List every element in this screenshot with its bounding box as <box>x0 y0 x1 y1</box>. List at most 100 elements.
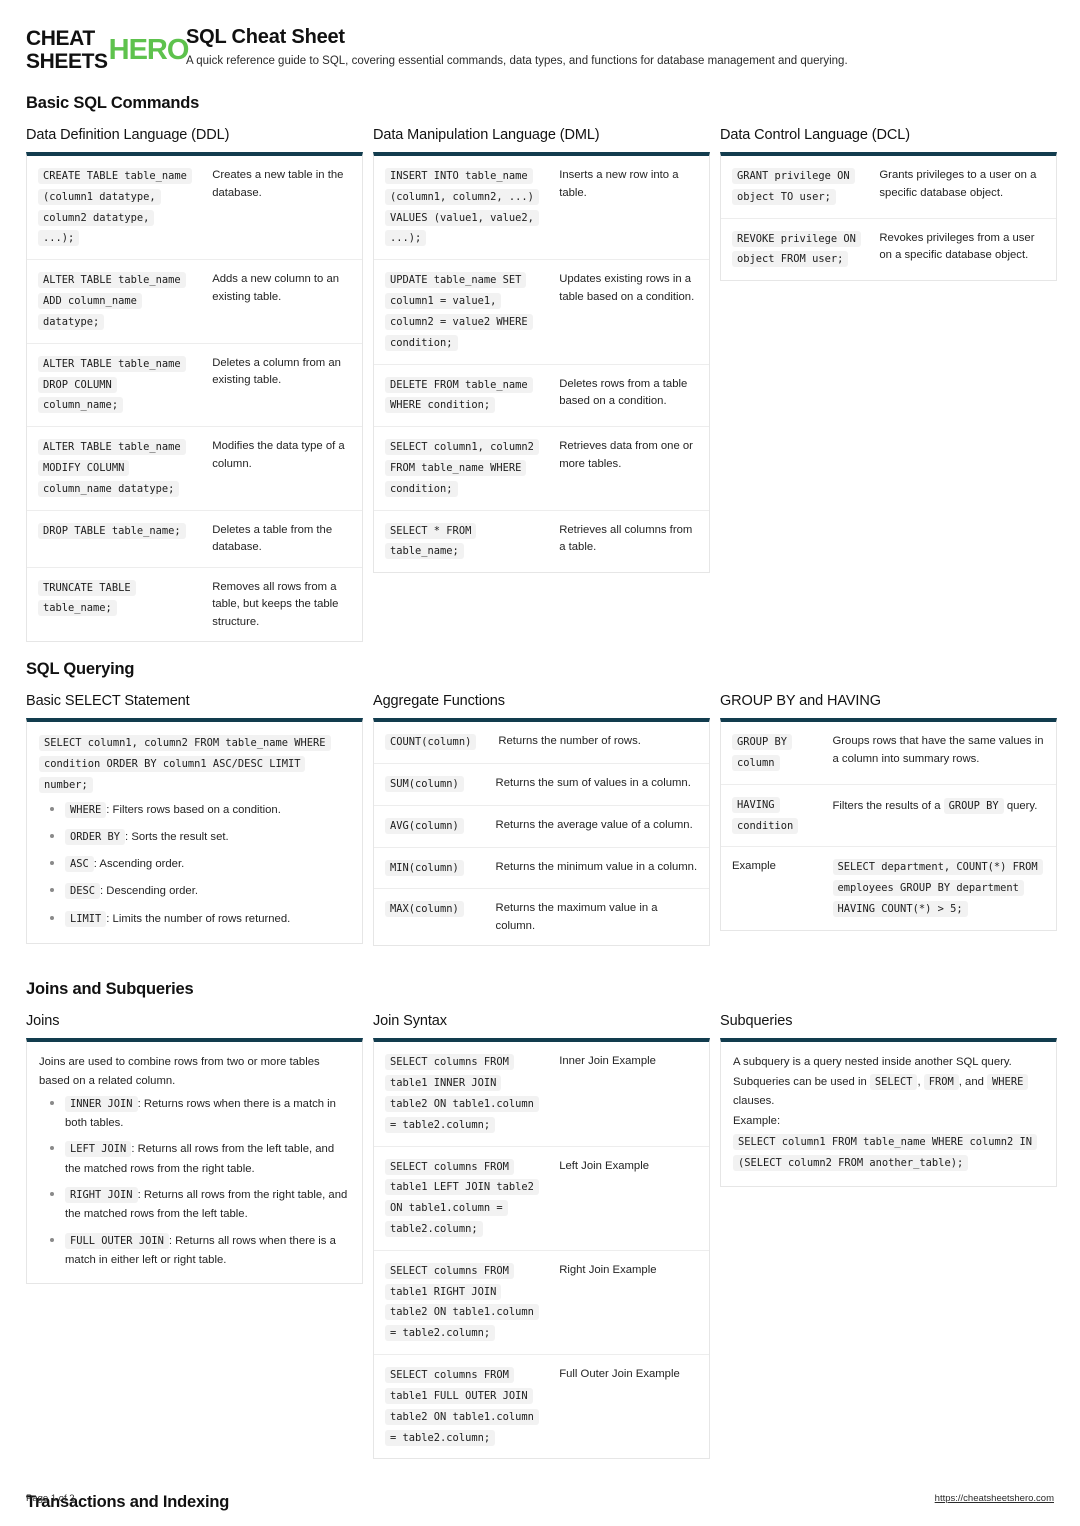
cell-code: SELECT * FROM table_name; <box>374 511 548 573</box>
page-header: CHEAT SHEETS HERO SQL Cheat Sheet A quic… <box>26 24 1054 72</box>
cell-description: Inner Join Example <box>559 1055 656 1068</box>
page-number: Page 1 of 2 <box>26 1493 75 1504</box>
card-title-basic-select: Basic SELECT Statement <box>26 693 190 710</box>
table-row: SELECT columns FROM table1 INNER JOIN ta… <box>374 1042 709 1147</box>
table-row: SELECT columns FROM table1 FULL OUTER JO… <box>374 1355 709 1458</box>
section-heading-sql-querying: SQL Querying <box>26 660 135 679</box>
cell-code: DROP TABLE table_name; <box>27 511 201 567</box>
list-item: DESC: Descending order. <box>50 881 350 901</box>
basic-select-statement: SELECT column1, column2 FROM table_name … <box>39 733 350 795</box>
cell-description: Modifies the data type of a column. <box>212 440 345 470</box>
cheatsheet-page: CHEAT SHEETS HERO SQL Cheat Sheet A quic… <box>0 0 1080 1526</box>
table-row: Example SELECT department, COUNT(*) FROM… <box>721 847 1056 929</box>
page-footer: Page 1 of 2 https://cheatsheetshero.com <box>26 1493 1054 1504</box>
card-title-dcl: Data Control Language (DCL) <box>720 127 910 143</box>
list-item: WHERE: Filters rows based on a condition… <box>50 800 350 820</box>
list-item: ASC: Ascending order. <box>50 854 350 874</box>
cell-code: INSERT INTO table_name (column1, column2… <box>374 156 548 259</box>
table-row: MAX(column) Returns the maximum value in… <box>374 889 709 945</box>
cell-description: Creates a new table in the database. <box>212 169 344 199</box>
list-item: ORDER BY: Sorts the result set. <box>50 827 350 847</box>
table-row: AVG(column) Returns the average value of… <box>374 806 709 848</box>
page-title: SQL Cheat Sheet <box>186 26 345 48</box>
cell-code: SELECT columns FROM table1 FULL OUTER JO… <box>374 1355 548 1458</box>
table-row: SELECT columns FROM table1 LEFT JOIN tab… <box>374 1147 709 1251</box>
inline-code: FULL OUTER JOIN <box>65 1232 169 1249</box>
table-row: SELECT * FROM table_name; Retrieves all … <box>374 511 709 573</box>
inline-code: DESC <box>65 883 101 900</box>
inline-code: ASC <box>65 856 94 873</box>
cell-description: Returns the sum of values in a column. <box>495 776 691 789</box>
cell-description: Filters the results of a GROUP BY query. <box>822 785 1057 847</box>
table-join-syntax: SELECT columns FROM table1 INNER JOIN ta… <box>373 1038 710 1460</box>
card-title-join-syntax: Join Syntax <box>373 1013 447 1030</box>
cell-code: UPDATE table_name SET column1 = value1, … <box>374 260 548 363</box>
table-dcl: GRANT privilege ON object TO user; Grant… <box>720 152 1057 282</box>
panel-basic-select: SELECT column1, column2 FROM table_name … <box>26 718 363 944</box>
cell-code: SUM(column) <box>374 764 485 805</box>
card-title-joins: Joins <box>26 1013 60 1030</box>
cell-example-code: SELECT department, COUNT(*) FROM employe… <box>822 847 1057 929</box>
inline-code: SELECT <box>869 1073 918 1090</box>
list-item-text: : Sorts the result set. <box>125 830 229 843</box>
card-title-subqueries: Subqueries <box>720 1013 793 1030</box>
brand-line-sheets: SHEETS <box>26 50 108 73</box>
list-item: FULL OUTER JOIN: Returns all rows when t… <box>50 1231 350 1270</box>
brand-word-hero: HERO <box>108 33 190 66</box>
card-title-ddl: Data Definition Language (DDL) <box>26 127 230 143</box>
card-dml: Data Manipulation Language (DML) INSERT … <box>373 127 710 591</box>
table-row: DELETE FROM table_name WHERE condition; … <box>374 365 709 428</box>
cell-code: ALTER TABLE table_name ADD column_name d… <box>27 260 201 342</box>
table-group-by-having: GROUP BY column Groups rows that have th… <box>720 718 1057 931</box>
site-url-link[interactable]: https://cheatsheetshero.com <box>935 1493 1054 1504</box>
cell-description: Returns the maximum value in a column. <box>495 902 658 932</box>
list-item: RIGHT JOIN: Returns all rows from the ri… <box>50 1185 350 1224</box>
card-ddl: Data Definition Language (DDL) CREATE TA… <box>26 127 363 660</box>
table-row: GRANT privilege ON object TO user; Grant… <box>721 156 1056 219</box>
subqueries-intro-part-4: clauses. <box>733 1094 775 1107</box>
cell-code: GROUP BY column <box>721 722 822 784</box>
cell-code: SELECT columns FROM table1 RIGHT JOIN ta… <box>374 1251 548 1354</box>
subqueries-intro: A subquery is a query nested inside anot… <box>733 1053 1044 1110</box>
subqueries-intro-part-2: , <box>917 1075 924 1088</box>
joins-intro: Joins are used to combine rows from two … <box>39 1056 320 1087</box>
cell-code: ALTER TABLE table_name MODIFY COLUMN col… <box>27 427 201 509</box>
list-item-text: : Ascending order. <box>93 858 185 871</box>
cell-description: Left Join Example <box>559 1159 649 1172</box>
table-row: GROUP BY column Groups rows that have th… <box>721 722 1056 785</box>
list-item-text: : Filters rows based on a condition. <box>106 803 281 816</box>
table-row: UPDATE table_name SET column1 = value1, … <box>374 260 709 365</box>
inline-code: WHERE <box>65 801 107 818</box>
row-sql-querying: Basic SELECT Statement SELECT column1, c… <box>26 693 1057 964</box>
cell-code: DELETE FROM table_name WHERE condition; <box>374 365 548 427</box>
desc-text-pre: Filters the results of a <box>832 799 944 812</box>
cell-description: Groups rows that have the same values in… <box>832 735 1044 765</box>
inline-code: ORDER BY <box>65 828 126 845</box>
card-title-aggregate-functions: Aggregate Functions <box>373 693 505 710</box>
table-row: TRUNCATE TABLE table_name; Removes all r… <box>27 568 362 642</box>
list-item-text: : Descending order. <box>100 885 198 898</box>
cell-example-label: Example <box>732 860 776 873</box>
cell-description: Removes all rows from a table, but keeps… <box>212 580 339 628</box>
cell-code: TRUNCATE TABLE table_name; <box>27 568 201 642</box>
inline-code: LEFT JOIN <box>65 1141 132 1158</box>
table-row: SELECT columns FROM table1 RIGHT JOIN ta… <box>374 1251 709 1356</box>
cell-description: Right Join Example <box>559 1263 657 1276</box>
cell-description: Returns the minimum value in a column. <box>495 860 698 873</box>
table-row: ALTER TABLE table_name MODIFY COLUMN col… <box>27 427 362 511</box>
table-aggregate-functions: COUNT(column) Returns the number of rows… <box>373 718 710 947</box>
cell-description: Grants privileges to a user on a specifi… <box>879 169 1037 199</box>
list-item: LIMIT: Limits the number of rows returne… <box>50 909 350 929</box>
cell-code: GRANT privilege ON object TO user; <box>721 156 868 218</box>
table-row: ALTER TABLE table_name ADD column_name d… <box>27 260 362 344</box>
cell-code: MAX(column) <box>374 889 485 945</box>
cell-description: Deletes a column from an existing table. <box>212 356 341 387</box>
inline-code: RIGHT JOIN <box>65 1187 138 1204</box>
cell-code: CREATE TABLE table_name (column1 datatyp… <box>27 156 201 259</box>
inline-code: LIMIT <box>65 910 107 927</box>
table-row: SELECT column1, column2 FROM table_name … <box>374 427 709 511</box>
card-subqueries: Subqueries A subquery is a query nested … <box>720 1013 1057 1205</box>
page-subtitle: A quick reference guide to SQL, covering… <box>186 55 848 67</box>
section-heading-basic-sql-commands: Basic SQL Commands <box>26 94 200 112</box>
table-row: INSERT INTO table_name (column1, column2… <box>374 156 709 261</box>
